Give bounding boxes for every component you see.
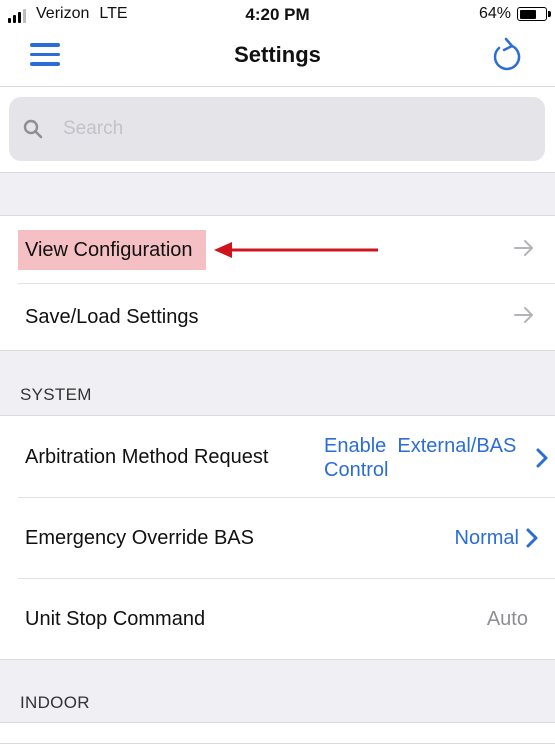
chevron-right-icon bbox=[536, 448, 548, 468]
battery-fill bbox=[519, 9, 536, 19]
chevron-right-icon bbox=[526, 528, 538, 548]
battery-percent: 64% bbox=[478, 5, 511, 22]
search-bar[interactable] bbox=[9, 97, 545, 161]
unit-stop-command-row[interactable]: Unit Stop Command Auto bbox=[0, 578, 555, 659]
arrow-right-icon bbox=[514, 240, 533, 256]
view-configuration-label: View Configuration bbox=[25, 239, 193, 261]
emergency-override-value: Normal bbox=[454, 527, 519, 549]
arbitration-method-request-row[interactable]: Arbitration Method Request Enable Extern… bbox=[0, 416, 555, 497]
arbitration-value-line2: Control bbox=[324, 459, 389, 481]
annotation-arrow-icon bbox=[214, 242, 378, 258]
unit-stop-command-value: Auto bbox=[486, 608, 528, 630]
save-load-settings-label: Save/Load Settings bbox=[25, 306, 199, 328]
status-right: 64% bbox=[478, 5, 551, 23]
battery-icon bbox=[517, 7, 551, 21]
emergency-override-bas-row[interactable]: Emergency Override BAS Normal bbox=[0, 497, 555, 578]
top-settings-group: View Configuration Save/Load Settings bbox=[0, 215, 555, 351]
unit-stop-command-label: Unit Stop Command bbox=[25, 608, 206, 630]
indoor-section-header: INDOOR bbox=[20, 693, 90, 712]
search-area bbox=[0, 87, 555, 173]
system-section-header: SYSTEM bbox=[20, 385, 92, 404]
indoor-settings-group bbox=[0, 722, 555, 744]
status-bar: Verizon LTE 4:20 PM 64% bbox=[0, 0, 555, 28]
arbitration-value-line1: Enable External/BAS bbox=[324, 435, 517, 457]
emergency-override-bas-label: Emergency Override BAS bbox=[25, 527, 254, 549]
arbitration-method-request-label: Arbitration Method Request bbox=[25, 446, 269, 468]
page-title: Settings bbox=[234, 42, 321, 67]
save-load-settings-row[interactable]: Save/Load Settings bbox=[0, 283, 555, 350]
arrow-right-icon bbox=[514, 307, 533, 323]
refresh-button[interactable] bbox=[489, 36, 525, 76]
arbitration-method-value: Enable External/BAS Control bbox=[324, 434, 516, 482]
status-time: 4:20 PM bbox=[245, 5, 310, 24]
navigation-bar: Settings bbox=[0, 28, 555, 87]
search-input[interactable] bbox=[61, 117, 505, 141]
system-settings-group: Arbitration Method Request Enable Extern… bbox=[0, 415, 555, 660]
search-icon bbox=[23, 119, 43, 139]
refresh-icon bbox=[493, 37, 521, 71]
